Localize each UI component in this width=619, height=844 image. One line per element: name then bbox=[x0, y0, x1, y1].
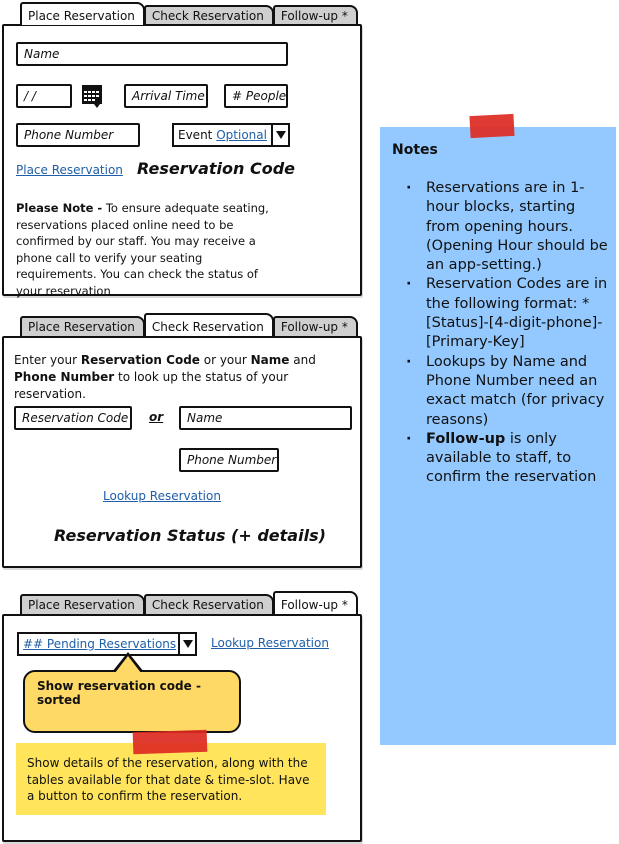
check-reservation-panel: Enter your Reservation Code or your Name… bbox=[2, 336, 362, 568]
dropdown-arrow-icon[interactable] bbox=[271, 125, 288, 145]
notes-item: Follow-up is only available to staff, to… bbox=[400, 430, 610, 488]
reservation-code-heading: Reservation Code bbox=[137, 159, 295, 178]
tab-place-reservation[interactable]: Place Reservation bbox=[20, 594, 145, 614]
place-reservation-panel: Name / / Arrival Time # People Phone Num… bbox=[2, 24, 362, 299]
people-count-field[interactable]: # People bbox=[224, 84, 288, 108]
please-note-body: To ensure adequate seating, reservations… bbox=[16, 201, 269, 298]
tab-bar: Place Reservation Check Reservation Foll… bbox=[20, 591, 358, 614]
arrival-time-field[interactable]: Arrival Time bbox=[124, 84, 208, 108]
pending-reservations-select[interactable]: ## Pending Reservations bbox=[17, 632, 197, 656]
tab-follow-up[interactable]: Follow-up * bbox=[272, 5, 358, 25]
notes-item: Lookups by Name and Phone Number need an… bbox=[400, 353, 610, 430]
calendar-icon[interactable] bbox=[81, 84, 103, 108]
details-sticky-text: Show details of the reservation, along w… bbox=[27, 756, 310, 803]
tab-check-reservation[interactable]: Check Reservation bbox=[143, 5, 274, 25]
tab-check-reservation[interactable]: Check Reservation bbox=[143, 313, 274, 336]
lookup-reservation-link[interactable]: Lookup Reservation bbox=[211, 636, 329, 650]
phone-number-field[interactable]: Phone Number bbox=[16, 123, 140, 147]
notes-sticky-note: Notes Reservations are in 1-hour blocks,… bbox=[380, 127, 616, 745]
name-field[interactable]: Name bbox=[16, 42, 288, 66]
sorted-codes-callout: Show reservation code - sorted bbox=[23, 670, 241, 733]
notes-title: Notes bbox=[392, 142, 438, 158]
tab-place-reservation[interactable]: Place Reservation bbox=[20, 2, 145, 25]
tab-bar: Place Reservation Check Reservation Foll… bbox=[20, 313, 358, 336]
callout-pointer-fill bbox=[115, 656, 141, 673]
tape-decoration bbox=[469, 113, 515, 139]
reservation-code-field[interactable]: Reservation Code bbox=[14, 406, 132, 430]
tab-place-reservation[interactable]: Place Reservation bbox=[20, 316, 145, 336]
name-field[interactable]: Name bbox=[179, 406, 352, 430]
check-intro-text: Enter your Reservation Code or your Name… bbox=[14, 353, 316, 401]
date-field[interactable]: / / bbox=[16, 84, 72, 108]
dropdown-arrow-icon[interactable] bbox=[178, 634, 195, 654]
please-note-text: Please Note - To ensure adequate seating… bbox=[16, 200, 286, 299]
phone-number-field[interactable]: Phone Number bbox=[179, 448, 279, 472]
tab-bar: Place Reservation Check Reservation Foll… bbox=[20, 2, 358, 25]
notes-list: Reservations are in 1-hour blocks, start… bbox=[400, 179, 610, 488]
pending-reservations-value: ## Pending Reservations bbox=[23, 637, 177, 651]
tab-check-reservation[interactable]: Check Reservation bbox=[143, 594, 274, 614]
or-label: or bbox=[149, 410, 164, 424]
event-label: Event bbox=[178, 128, 213, 142]
lookup-reservation-link[interactable]: Lookup Reservation bbox=[103, 489, 221, 503]
notes-item: Reservations are in 1-hour blocks, start… bbox=[400, 179, 610, 275]
notes-item: Reservation Codes are in the following f… bbox=[400, 275, 610, 352]
event-value: Optional bbox=[216, 128, 267, 142]
reservation-status-heading: Reservation Status (+ details) bbox=[54, 526, 326, 545]
tab-follow-up[interactable]: Follow-up * bbox=[272, 316, 358, 336]
tape-decoration bbox=[132, 729, 208, 755]
place-reservation-link[interactable]: Place Reservation bbox=[16, 163, 123, 177]
callout-text: Show reservation code - sorted bbox=[37, 679, 201, 707]
please-note-label: Please Note - bbox=[16, 201, 103, 215]
details-sticky-note: Show details of the reservation, along w… bbox=[16, 743, 326, 815]
tab-follow-up[interactable]: Follow-up * bbox=[272, 591, 358, 614]
event-select[interactable]: Event Optional bbox=[172, 123, 290, 147]
